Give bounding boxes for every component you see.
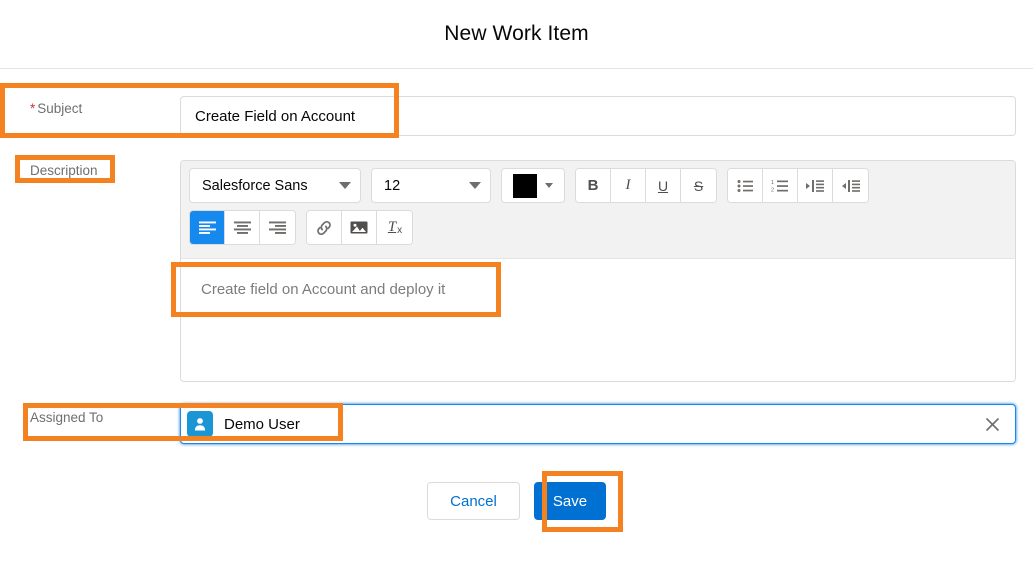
indent-icon — [806, 179, 824, 192]
new-work-item-modal: New Work Item *Subject Description Sales… — [0, 0, 1033, 566]
assigned-to-pill[interactable]: Demo User — [187, 409, 306, 439]
avatar — [187, 411, 213, 437]
cancel-button[interactable]: Cancel — [427, 482, 520, 520]
description-body[interactable]: Create field on Account and deploy it — [181, 259, 1015, 381]
subject-label: * Subject — [30, 101, 82, 116]
bulleted-list-icon — [737, 179, 753, 192]
font-size-value: 12 — [384, 177, 401, 194]
chevron-down-icon — [339, 182, 351, 189]
align-left-button[interactable] — [190, 211, 225, 244]
text-color-picker[interactable] — [501, 168, 565, 203]
italic-icon: I — [625, 177, 631, 193]
remove-formatting-button[interactable]: Tx — [377, 211, 412, 244]
strikethrough-button[interactable]: S — [681, 169, 716, 202]
color-swatch-icon — [513, 173, 537, 198]
bulleted-list-button[interactable] — [728, 169, 763, 202]
underline-button[interactable]: U — [646, 169, 681, 202]
close-icon — [985, 417, 999, 431]
assigned-to-input[interactable]: Demo User — [180, 404, 1016, 444]
link-button[interactable] — [307, 211, 342, 244]
clear-icon[interactable] — [979, 411, 1005, 437]
font-family-select[interactable]: Salesforce Sans — [189, 168, 361, 203]
numbered-list-button[interactable]: 1 2 — [763, 169, 798, 202]
modal-header: New Work Item — [0, 0, 1033, 69]
align-right-icon — [269, 221, 286, 234]
italic-button[interactable]: I — [611, 169, 646, 202]
assigned-to-value: Demo User — [224, 415, 300, 433]
align-left-icon — [198, 221, 216, 234]
align-center-icon — [233, 221, 251, 234]
bold-icon: B — [587, 177, 599, 194]
description-label: Description — [30, 163, 98, 178]
insert-group: Tx — [306, 210, 413, 245]
chevron-down-icon — [545, 183, 553, 188]
indent-button[interactable] — [798, 169, 833, 202]
svg-text:2: 2 — [771, 187, 774, 193]
alignment-group — [189, 210, 296, 245]
font-family-value: Salesforce Sans — [202, 177, 308, 194]
save-button[interactable]: Save — [534, 482, 606, 520]
align-center-button[interactable] — [225, 211, 260, 244]
image-icon — [350, 221, 368, 234]
page-title: New Work Item — [444, 22, 589, 45]
svg-text:1: 1 — [771, 180, 774, 186]
user-icon — [194, 418, 206, 431]
outdent-icon — [841, 179, 860, 192]
font-size-select[interactable]: 12 — [371, 168, 491, 203]
image-button[interactable] — [342, 211, 377, 244]
subject-input[interactable] — [180, 96, 1016, 136]
remove-formatting-icon: T — [387, 219, 397, 235]
modal-footer: Cancel Save — [0, 482, 1033, 520]
link-icon — [317, 220, 331, 235]
required-asterisk-icon: * — [30, 101, 36, 116]
text-style-group: B I U S — [575, 168, 717, 203]
bold-button[interactable]: B — [576, 169, 611, 202]
strikethrough-icon: S — [693, 177, 704, 194]
align-right-button[interactable] — [260, 211, 295, 244]
chevron-down-icon — [469, 182, 481, 189]
subject-label-text: Subject — [37, 101, 83, 116]
underline-icon: U — [657, 177, 669, 194]
description-body-text: Create field on Account and deploy it — [201, 281, 446, 298]
numbered-list-icon: 1 2 — [771, 180, 788, 193]
rte-toolbar: Salesforce Sans 12 B I U S 1 2 T x — [181, 161, 1015, 259]
assigned-to-label: Assigned To — [30, 410, 104, 425]
outdent-button[interactable] — [833, 169, 868, 202]
list-indent-group: 1 2 — [727, 168, 869, 203]
remove-formatting-sub: x — [397, 225, 403, 236]
description-rich-text-editor: Salesforce Sans 12 B I U S 1 2 T x Creat… — [180, 160, 1016, 382]
